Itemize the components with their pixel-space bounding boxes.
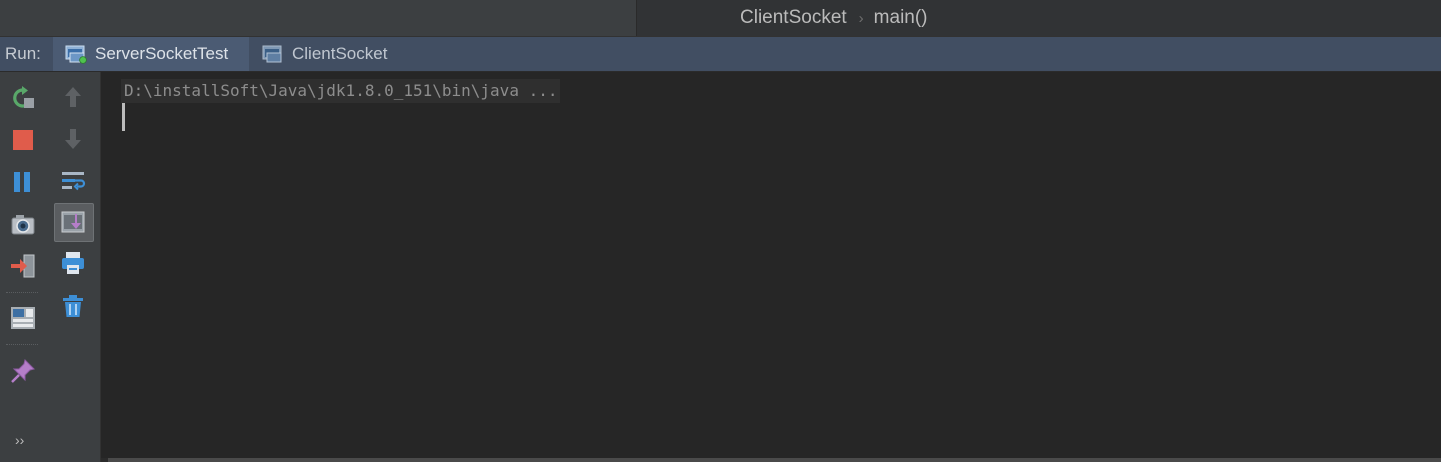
trash-icon[interactable] xyxy=(60,293,86,319)
rerun-icon[interactable] xyxy=(10,85,36,111)
scroll-to-end-toggle[interactable] xyxy=(54,203,94,242)
stop-icon[interactable] xyxy=(10,127,36,153)
scroll-to-end-icon xyxy=(60,209,86,235)
bottom-border xyxy=(108,458,1441,462)
console-actions-toolbar xyxy=(46,72,101,462)
soft-wrap-icon[interactable] xyxy=(60,168,86,194)
toolbar-separator xyxy=(6,344,38,345)
breadcrumb-class[interactable]: ClientSocket xyxy=(740,7,847,29)
arrow-down-icon[interactable] xyxy=(60,126,86,152)
run-config-icon xyxy=(262,44,284,64)
camera-icon[interactable] xyxy=(10,212,36,238)
run-actions-toolbar: ›› xyxy=(0,72,46,462)
tab-server-socket-test[interactable]: ServerSocketTest xyxy=(53,37,249,71)
breadcrumb: ClientSocket › main() xyxy=(740,7,928,29)
run-config-running-icon xyxy=(65,44,87,64)
run-tab-bar: Run: ServerSocketTest ClientSocket xyxy=(0,37,1441,72)
pause-icon[interactable] xyxy=(10,169,36,195)
text-caret xyxy=(122,103,125,131)
tab-label: ServerSocketTest xyxy=(95,44,229,63)
more-actions-icon[interactable]: ›› xyxy=(15,432,24,448)
print-icon[interactable] xyxy=(60,250,86,276)
exit-icon[interactable] xyxy=(10,253,36,279)
toolbar-separator xyxy=(6,292,38,293)
breadcrumb-separator: › xyxy=(858,9,864,27)
run-label: Run: xyxy=(5,44,41,63)
arrow-up-icon[interactable] xyxy=(60,84,86,110)
console-output[interactable]: D:\installSoft\Java\jdk1.8.0_151\bin\jav… xyxy=(101,72,1441,458)
tab-client-socket[interactable]: ClientSocket xyxy=(250,37,407,71)
left-header-area xyxy=(0,0,636,36)
ide-run-window: ClientSocket › main() Run: ServerSocketT… xyxy=(0,0,1441,462)
tab-label: ClientSocket xyxy=(292,44,388,63)
breadcrumb-method[interactable]: main() xyxy=(874,7,928,29)
pin-icon[interactable] xyxy=(10,358,36,384)
layout-icon[interactable] xyxy=(10,305,36,331)
console-command-line: D:\installSoft\Java\jdk1.8.0_151\bin\jav… xyxy=(121,79,561,103)
editor-breadcrumb-bar: ClientSocket › main() xyxy=(0,0,1441,37)
